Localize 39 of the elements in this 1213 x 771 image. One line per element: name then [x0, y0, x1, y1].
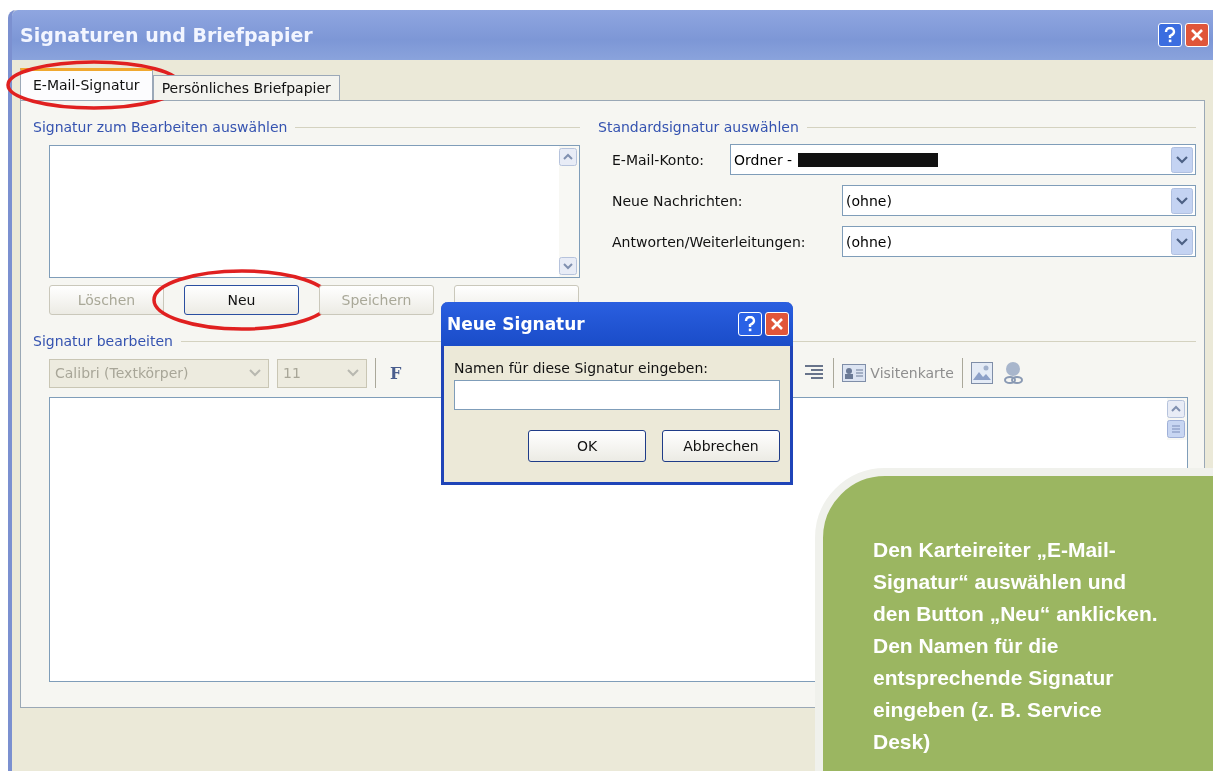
- dialog-button[interactable]: OK: [528, 430, 646, 462]
- help-button[interactable]: [738, 312, 762, 336]
- dialog-title: Neue Signatur: [447, 314, 586, 334]
- dropdown[interactable]: (ohne): [842, 185, 1196, 216]
- group-title: Signatur bearbeiten: [33, 333, 173, 349]
- close-icon: [1190, 28, 1204, 42]
- scroll-up-button[interactable]: [559, 148, 577, 166]
- group-title: Signatur zum Bearbeiten auswählen: [33, 119, 288, 135]
- signature-list[interactable]: [49, 145, 580, 278]
- field-label: E-Mail-Konto:: [612, 151, 706, 168]
- group-title: Standardsignatur auswählen: [598, 119, 799, 135]
- scroll-thumb[interactable]: [1167, 420, 1185, 438]
- tab[interactable]: Persönliches Briefpapier: [152, 75, 340, 100]
- scrollbar[interactable]: [559, 146, 579, 277]
- scroll-down-button[interactable]: [559, 257, 577, 275]
- align-right-icon[interactable]: [803, 364, 826, 382]
- help-icon: [1163, 27, 1177, 43]
- field-label: Antworten/Weiterleitungen:: [612, 233, 807, 250]
- name-prompt: Namen für diese Signatur eingeben:: [454, 360, 710, 376]
- window-title: Signaturen und Briefpapier: [20, 24, 314, 46]
- field-label: Neue Nachrichten:: [612, 192, 744, 209]
- tab[interactable]: E-Mail-Signatur: [20, 68, 153, 100]
- action-button[interactable]: Neu: [184, 285, 299, 315]
- close-icon: [770, 317, 784, 331]
- image-icon[interactable]: [971, 362, 993, 384]
- bold-button[interactable]: F: [390, 363, 402, 383]
- close-button[interactable]: [1185, 23, 1209, 47]
- dropdown[interactable]: Ordner -: [730, 144, 1196, 175]
- help-button[interactable]: [1158, 23, 1182, 47]
- scrollbar[interactable]: [1167, 398, 1187, 440]
- contact-card-icon: [842, 364, 867, 382]
- close-button[interactable]: [765, 312, 789, 336]
- dropdown[interactable]: (ohne): [842, 226, 1196, 257]
- dialog-button[interactable]: Abbrechen: [662, 430, 780, 462]
- callout-text: Den Karteireiter „E-Mail-Signatur“ auswählen und den Button „Neu“ anklicken. Den Namen für die entsprechende Signatur eingeben (z. B. Service Desk): [873, 537, 1158, 755]
- scroll-up-button[interactable]: [1167, 400, 1185, 418]
- name-input-field[interactable]: [454, 380, 780, 410]
- help-icon: [743, 316, 757, 332]
- hyperlink-icon[interactable]: [1001, 361, 1025, 385]
